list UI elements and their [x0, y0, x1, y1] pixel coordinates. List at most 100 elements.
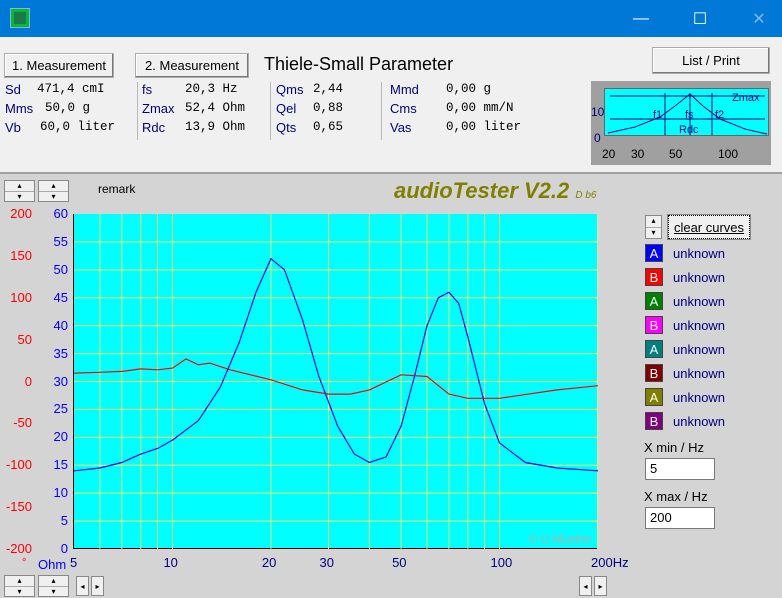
impedance-tick-label: 40: [53, 317, 68, 333]
param-value: 52,4 Ohm: [185, 101, 246, 115]
param-value: 20,3 Hz: [185, 82, 238, 96]
clear-curves-button[interactable]: clear curves: [667, 214, 751, 240]
mini-y-tick: 0: [594, 131, 601, 145]
x-scale-spinner-1[interactable]: ▴ ▾: [4, 575, 35, 597]
scroll-left-button-2[interactable]: ◂: [579, 576, 592, 596]
x-tick-label: 100: [490, 555, 513, 570]
scroll-right-button[interactable]: ▸: [91, 576, 104, 596]
phase-axis: 200 150 100 50 0 -50 -100 -150 -200: [0, 206, 32, 556]
legend-item[interactable]: Aunknown: [645, 385, 775, 409]
phase-curve: [74, 358, 598, 399]
curve-legend: Aunknown Bunknown Aunknown Bunknown Aunknown…: [645, 241, 775, 433]
legend-item[interactable]: Aunknown: [645, 289, 775, 313]
legend-color-box[interactable]: B: [645, 364, 663, 382]
phase-tick-label: 150: [10, 247, 32, 263]
xmax-input[interactable]: 200: [645, 507, 715, 529]
impedance-tick-label: 45: [53, 289, 68, 305]
param-col-2: fs 20,3 Hz Zmax 52,4 Ohm Rdc 13,9 Ohm: [142, 82, 245, 139]
impedance-tick-label: 30: [53, 373, 68, 389]
page-title: Thiele-Small Parameter: [264, 54, 454, 74]
impedance-tick-label: 50: [53, 261, 68, 277]
legend-color-box[interactable]: B: [645, 316, 663, 334]
param-label: Mms: [5, 101, 34, 116]
legend-color-box[interactable]: A: [645, 292, 663, 310]
curve-spinner[interactable]: ▴ ▾: [645, 215, 662, 239]
mini-zmax-label: Zmax: [732, 92, 760, 104]
param-label: Vas: [390, 120, 412, 135]
xmin-label: X min / Hz: [644, 440, 704, 455]
x-tick-label: 10: [163, 555, 178, 570]
xmax-label: X max / Hz: [644, 489, 708, 504]
param-value: 2,44: [313, 82, 344, 96]
legend-color-box[interactable]: B: [645, 268, 663, 286]
param-label: Qms: [276, 82, 304, 97]
phase-tick-label: -50: [13, 415, 32, 431]
x-scale-spinner-2[interactable]: ▴ ▾: [38, 575, 69, 597]
impedance-axis: 60 55 50 45 40 35 30 25 20 15 10 5 0: [46, 206, 68, 556]
legend-item[interactable]: Bunknown: [645, 409, 775, 433]
xmin-input[interactable]: 5: [645, 458, 715, 480]
legend-label: unknown: [673, 413, 726, 429]
divider: [270, 82, 271, 140]
maximize-button[interactable]: ☐: [677, 0, 723, 37]
param-label: Vb: [5, 120, 21, 135]
divider: [137, 82, 138, 140]
close-button[interactable]: ✕: [736, 0, 782, 37]
legend-item[interactable]: Bunknown: [645, 313, 775, 337]
impedance-tick-label: 20: [53, 429, 68, 445]
impedance-tick-label: 35: [53, 345, 68, 361]
legend-item[interactable]: Aunknown: [645, 337, 775, 361]
legend-color-box[interactable]: A: [645, 244, 663, 262]
param-col-4: Mmd 0,00 g Cms 0,00 mm/N Vas 0,00 liter: [390, 82, 521, 139]
list-print-button[interactable]: List / Print: [652, 47, 770, 74]
impedance-tick-label: 10: [53, 485, 68, 501]
param-col-3: Qms 2,44 Qel 0,88 Qts 0,65: [276, 82, 343, 139]
impedance-tick-label: 5: [60, 513, 68, 529]
legend-item[interactable]: Bunknown: [645, 361, 775, 385]
remark-label: remark: [98, 182, 136, 196]
mini-x-tick: 50: [669, 147, 683, 161]
legend-item[interactable]: Bunknown: [645, 265, 775, 289]
measurement-1-button[interactable]: 1. Measurement: [4, 53, 114, 78]
impedance-tick-label: 25: [53, 401, 68, 417]
param-label: Sd: [5, 82, 21, 97]
param-value: 60,0 liter: [40, 120, 116, 134]
phase-tick-label: -200: [5, 541, 32, 556]
legend-label: unknown: [673, 245, 726, 261]
legend-color-box[interactable]: A: [645, 388, 663, 406]
legend-label: unknown: [673, 341, 726, 357]
scroll-left-button[interactable]: ◂: [76, 576, 89, 596]
legend-label: unknown: [673, 293, 726, 309]
y-scale-red-spinner[interactable]: ▴ ▾: [4, 180, 35, 202]
scroll-right-button-2[interactable]: ▸: [594, 576, 607, 596]
mini-x-tick: 100: [718, 147, 739, 161]
phase-tick-label: 200: [10, 206, 32, 221]
y-scale-blue-spinner[interactable]: ▴ ▾: [38, 180, 69, 202]
mini-f1-label: f1: [653, 109, 662, 121]
x-tick-label: 200Hz: [591, 555, 629, 570]
impedance-tick-label: 55: [53, 233, 68, 249]
app-icon: [10, 8, 30, 28]
legend-label: unknown: [673, 365, 726, 381]
param-label: fs: [142, 82, 153, 97]
plot-svg: [74, 214, 598, 549]
param-value: 0,00 liter: [446, 120, 522, 134]
divider: [381, 82, 382, 140]
legend-label: unknown: [673, 317, 726, 333]
mini-f2-label: f2: [715, 109, 724, 121]
param-value: 471,4 cmI: [37, 82, 105, 96]
legend-color-box[interactable]: B: [645, 412, 663, 430]
mini-plot-area: f1 fs f2 Zmax Rdc: [604, 88, 769, 136]
legend-color-box[interactable]: A: [645, 340, 663, 358]
measurement-2-button[interactable]: 2. Measurement: [135, 53, 249, 78]
param-label: Cms: [390, 101, 417, 116]
param-value: 50,0 g: [45, 101, 91, 115]
param-label: Mmd: [390, 82, 419, 97]
mini-plot-svg: f1 fs f2 Zmax Rdc: [607, 92, 768, 136]
minimize-button[interactable]: —: [618, 0, 664, 37]
clear-curves-label: clear curves: [673, 219, 745, 235]
legend-label: unknown: [673, 389, 726, 405]
legend-item[interactable]: Aunknown: [645, 241, 775, 265]
impedance-tick-label: 60: [53, 206, 68, 221]
phase-tick-label: 50: [17, 331, 32, 347]
